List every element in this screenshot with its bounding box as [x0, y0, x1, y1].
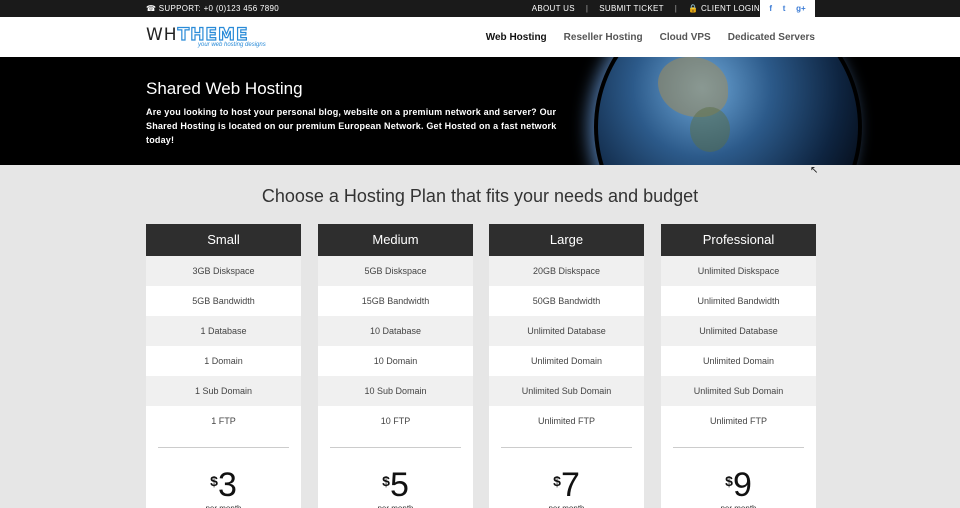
currency-symbol: $	[382, 473, 390, 489]
plan-feature: Unlimited FTP	[709, 416, 767, 426]
currency-symbol: $	[210, 473, 218, 489]
plan-price: $9	[661, 468, 816, 502]
plan-feature: 1 Sub Domain	[146, 376, 301, 406]
plan-price: $5	[318, 468, 473, 502]
plan-feature: 10 Database	[318, 316, 473, 346]
plan-name: Small	[146, 224, 301, 256]
submit-ticket-link[interactable]: SUBMIT TICKET	[599, 0, 664, 17]
divider	[673, 447, 804, 448]
plan-card-small: Small 3GB Diskspace 5GB Bandwidth 1 Databas…	[146, 224, 301, 508]
logo-tagline: your web hosting designs	[198, 42, 266, 48]
plan-feature: Unlimited Sub Domain	[489, 376, 644, 406]
plan-price: $3	[146, 468, 301, 502]
section-title: Choose a Hosting Plan that fits your nee…	[261, 186, 699, 206]
plan-feature: Unlimited Database	[489, 316, 644, 346]
twitter-icon[interactable]: t	[783, 4, 786, 13]
price-amount: 3	[217, 466, 237, 504]
logo-wh: WH	[146, 25, 178, 45]
plan-feature: 10 Sub Domain	[318, 376, 473, 406]
main-nav: WHTHEME your web hosting designs Web Hos…	[0, 17, 960, 57]
separator: |	[674, 4, 678, 13]
menu-dedicated-servers[interactable]: Dedicated Servers	[728, 32, 815, 43]
price-amount: 5	[389, 466, 409, 504]
plan-feature: Unlimited Domain	[530, 356, 603, 366]
hero-banner: Shared Web Hosting Are you looking to ho…	[0, 57, 960, 165]
support-phone: ☎ SUPPORT: +0 (0)123 456 7890	[146, 4, 280, 13]
plan-feature: 5GB Diskspace	[318, 256, 473, 286]
hero-text: Are you looking to host your personal bl…	[146, 107, 557, 145]
client-login-link[interactable]: 🔒 CLIENT LOGIN	[688, 0, 760, 17]
plan-feature: 20GB Diskspace	[489, 256, 644, 286]
divider	[330, 447, 461, 448]
plan-name: Medium	[318, 224, 473, 256]
plan-card-professional: Professional Unlimited Diskspace Unlimited…	[661, 224, 816, 508]
divider	[501, 447, 632, 448]
plan-price: $7	[489, 468, 644, 502]
plan-feature: 1 Domain	[204, 356, 243, 366]
mouse-cursor-icon: ↖	[810, 165, 819, 176]
plan-card-medium: Medium 5GB Diskspace 15GB Bandwidth 10 Data…	[318, 224, 473, 508]
menu-cloud-vps[interactable]: Cloud VPS	[660, 32, 711, 43]
plan-feature: 50GB Bandwidth	[532, 296, 601, 306]
top-bar: ☎ SUPPORT: +0 (0)123 456 7890 ABOUT US |…	[0, 0, 960, 17]
earth-image	[598, 57, 858, 165]
plan-feature: 5GB Bandwidth	[192, 296, 255, 306]
plan-feature: 10 Domain	[373, 356, 418, 366]
menu-reseller-hosting[interactable]: Reseller Hosting	[564, 32, 643, 43]
plan-feature: Unlimited Bandwidth	[697, 296, 780, 306]
plan-feature: 10 FTP	[380, 416, 411, 426]
menu-web-hosting[interactable]: Web Hosting	[486, 32, 547, 43]
about-us-link[interactable]: ABOUT US	[532, 0, 575, 17]
facebook-icon[interactable]: f	[769, 4, 772, 13]
plan-feature: Unlimited Sub Domain	[661, 376, 816, 406]
price-period: per month	[661, 504, 816, 508]
divider	[158, 447, 289, 448]
currency-symbol: $	[725, 473, 733, 489]
price-amount: 7	[560, 466, 580, 504]
price-period: per month	[146, 504, 301, 508]
hero-title: Shared Web Hosting	[146, 79, 303, 98]
separator: |	[585, 4, 589, 13]
plan-feature: Unlimited Diskspace	[661, 256, 816, 286]
price-period: per month	[489, 504, 644, 508]
plan-feature: 1 FTP	[211, 416, 236, 426]
logo[interactable]: WHTHEME your web hosting designs	[146, 24, 266, 49]
plan-name: Professional	[661, 224, 816, 256]
plan-feature: Unlimited Database	[661, 316, 816, 346]
social-links: f t g+	[760, 0, 815, 17]
plan-feature: Unlimited FTP	[537, 416, 595, 426]
currency-symbol: $	[553, 473, 561, 489]
price-amount: 9	[732, 466, 752, 504]
plan-name: Large	[489, 224, 644, 256]
top-links: ABOUT US | SUBMIT TICKET | 🔒 CLIENT LOGI…	[532, 0, 760, 17]
plan-feature: 3GB Diskspace	[146, 256, 301, 286]
price-period: per month	[318, 504, 473, 508]
plan-feature: 1 Database	[146, 316, 301, 346]
plan-card-large: Large 20GB Diskspace 50GB Bandwidth Unlimit…	[489, 224, 644, 508]
earth-land	[690, 107, 730, 152]
google-plus-icon[interactable]: g+	[796, 4, 806, 13]
menu: Web Hosting Reseller Hosting Cloud VPS D…	[486, 17, 815, 57]
plan-feature: Unlimited Domain	[702, 356, 775, 366]
plan-feature: 15GB Bandwidth	[361, 296, 430, 306]
